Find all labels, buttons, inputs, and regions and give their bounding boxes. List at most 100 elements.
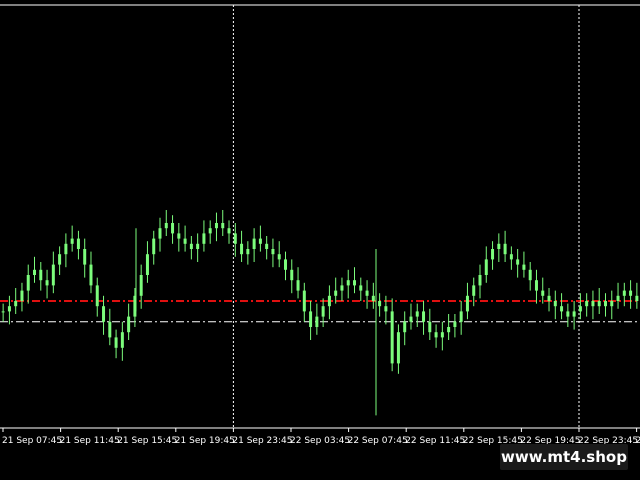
candle-body-50 — [315, 316, 319, 327]
candle-body-37 — [233, 233, 237, 244]
candle-body-70 — [440, 332, 444, 338]
candle-body-69 — [434, 332, 438, 338]
candle-body-76 — [478, 275, 482, 286]
price-chart[interactable]: 21 Sep 07:45 21 Sep 11:45 21 Sep 15:45 21 S… — [0, 0, 640, 448]
candle-body-74 — [465, 295, 469, 312]
candle-body-12 — [76, 238, 80, 249]
candle-body-77 — [484, 259, 488, 275]
x-tick-label-7: 22 Sep 11:45 — [405, 436, 465, 446]
candle-body-51 — [321, 306, 325, 317]
candle-body-26 — [164, 223, 168, 229]
candle-body-81 — [509, 254, 513, 260]
candle-body-73 — [459, 311, 463, 322]
candle-body-3 — [20, 290, 24, 301]
candle-body-31 — [196, 243, 200, 249]
candle-body-2 — [14, 301, 18, 307]
candle-body-27 — [171, 223, 175, 234]
candle-body-55 — [346, 280, 350, 286]
x-tick-label-3: 21 Sep 19:45 — [175, 436, 235, 446]
candle-body-53 — [334, 290, 338, 296]
candle-body-92 — [578, 306, 582, 312]
candle-body-101 — [635, 295, 639, 301]
candle-body-22 — [139, 275, 143, 296]
candle-body-54 — [340, 285, 344, 291]
candle-body-98 — [616, 295, 620, 301]
candle-body-29 — [183, 238, 187, 244]
candle-body-15 — [95, 285, 99, 307]
candle-body-84 — [528, 269, 532, 281]
candle-body-0 — [1, 311, 5, 313]
candle-body-5 — [33, 269, 37, 275]
candle-body-7 — [45, 280, 49, 286]
candle-body-34 — [214, 223, 218, 229]
candle-body-30 — [189, 243, 193, 249]
candle-body-87 — [547, 295, 551, 301]
candle-body-1 — [7, 306, 11, 312]
candle-body-56 — [353, 280, 357, 286]
x-tick-label-0: 21 Sep 07:45 — [2, 436, 62, 446]
candle-body-96 — [603, 301, 607, 307]
candle-body-91 — [572, 311, 576, 317]
candle-body-67 — [422, 311, 426, 322]
candle-body-13 — [83, 249, 87, 265]
candle-body-68 — [428, 321, 432, 333]
candle-body-97 — [610, 301, 614, 307]
candle-body-11 — [70, 238, 74, 244]
candle-body-19 — [120, 332, 124, 348]
candle-body-46 — [290, 269, 294, 281]
candle-body-61 — [384, 306, 388, 312]
candle-body-100 — [629, 290, 633, 296]
candle-body-95 — [597, 301, 601, 307]
candle-body-89 — [560, 306, 564, 312]
candle-body-9 — [58, 254, 62, 265]
candle-body-45 — [283, 259, 287, 270]
candle-body-24 — [152, 238, 156, 255]
candle-body-40 — [252, 238, 256, 249]
candle-body-38 — [240, 243, 244, 255]
candle-body-36 — [227, 228, 231, 234]
candle-body-47 — [296, 280, 300, 291]
candle-body-18 — [114, 337, 118, 348]
candle-body-6 — [39, 269, 43, 281]
chart-svg: 21 Sep 07:4521 Sep 11:4521 Sep 15:4521 S… — [0, 4, 640, 446]
candle-body-48 — [302, 290, 306, 312]
candle-body-66 — [415, 311, 419, 317]
candle-body-8 — [51, 264, 55, 286]
candle-body-93 — [585, 301, 589, 307]
candle-body-28 — [177, 233, 181, 239]
candle-body-85 — [534, 280, 538, 291]
candle-body-35 — [221, 223, 225, 229]
candle-body-79 — [497, 243, 501, 249]
candle-body-39 — [246, 249, 250, 255]
candle-body-83 — [522, 264, 526, 270]
candle-body-41 — [258, 238, 262, 244]
candle-body-72 — [453, 321, 457, 327]
candle-body-57 — [359, 285, 363, 291]
candle-body-86 — [541, 290, 545, 296]
candle-body-44 — [277, 254, 281, 260]
candle-body-23 — [145, 254, 149, 275]
candle-body-58 — [365, 290, 369, 296]
watermark-label: www.mt4.shop — [500, 444, 628, 470]
candle-body-14 — [89, 264, 93, 286]
candle-body-32 — [202, 233, 206, 244]
candle-body-17 — [108, 321, 112, 338]
x-tick-label-2: 21 Sep 15:45 — [117, 436, 177, 446]
candle-body-42 — [265, 243, 269, 249]
x-tick-label-1: 21 Sep 11:45 — [60, 436, 120, 446]
candle-body-90 — [566, 311, 570, 317]
x-tick-label-4: 21 Sep 23:45 — [232, 436, 292, 446]
candle-body-75 — [472, 285, 476, 296]
x-tick-label-11: 25 — [636, 436, 640, 446]
candle-body-16 — [102, 306, 106, 322]
x-tick-label-6: 22 Sep 07:45 — [348, 436, 408, 446]
candle-body-99 — [622, 290, 626, 296]
candle-body-10 — [64, 243, 68, 255]
candle-body-20 — [127, 316, 131, 333]
candle-body-52 — [327, 295, 331, 307]
candle-body-80 — [503, 243, 507, 255]
candle-body-82 — [516, 259, 520, 265]
candle-body-4 — [26, 275, 30, 291]
candle-body-94 — [591, 301, 595, 307]
candle-body-59 — [371, 295, 375, 301]
